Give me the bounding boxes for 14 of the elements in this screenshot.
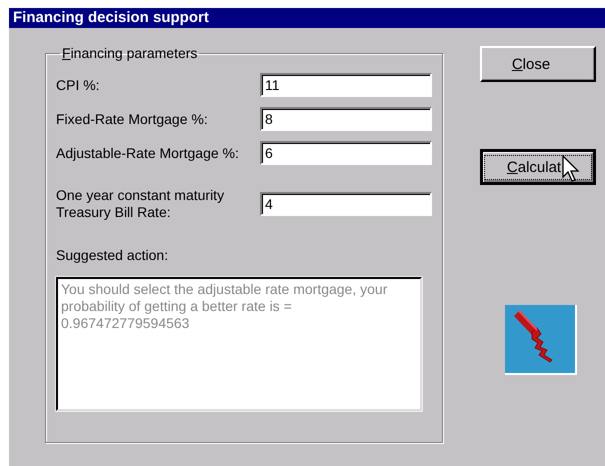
field-label: CPI %: (56, 76, 101, 94)
field-label: One year constant maturity Treasury Bill Rate: (56, 187, 226, 221)
field-label: Adjustable-Rate Mortgage %: (56, 144, 240, 162)
window-title: Financing decision support (9, 8, 605, 28)
field-label: Fixed-Rate Mortgage %: (56, 110, 209, 128)
mouse-pointer-icon (562, 155, 580, 183)
close-button[interactable]: Close (480, 46, 596, 82)
number-field[interactable]: 4 (260, 192, 432, 216)
calculate-button[interactable]: Calculat (480, 149, 596, 185)
group-title: Financing parameters (61, 45, 198, 61)
suggested-action-label: Suggested action: (56, 247, 170, 263)
number-field[interactable]: 8 (260, 107, 432, 131)
number-field[interactable]: 11 (260, 73, 432, 97)
number-field[interactable]: 6 (260, 141, 432, 165)
